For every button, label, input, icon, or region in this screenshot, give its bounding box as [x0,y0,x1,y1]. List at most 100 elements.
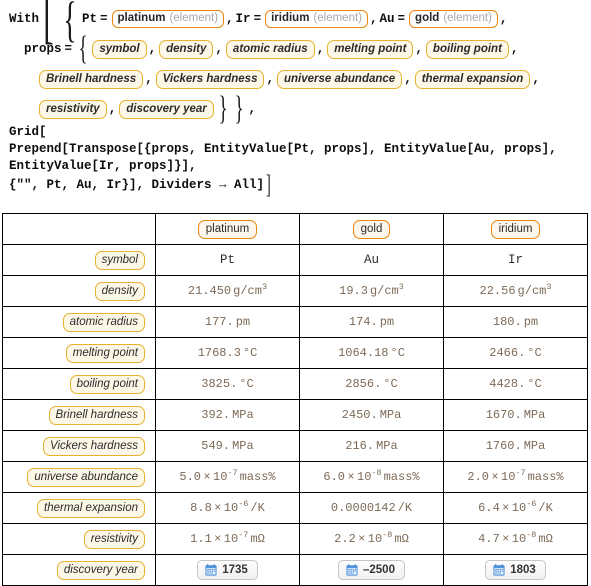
row-label-cell-resistivity: resistivity [2,523,156,555]
cell-symbol-0: Pt [155,244,300,276]
element-properties-table: platinum gold iridium symbol Pt Au Ir densit… [2,213,588,586]
table-header-gold: gold [299,213,444,245]
comma-p4: , [415,42,423,56]
quantity-unit: °C [527,377,542,391]
quantity-value: 2.2 × 10-8 mΩ [334,530,409,546]
table-row: melting point 1768.3 °C 1064.18 °C 2466. °C [2,337,588,369]
unit-exponent: 3 [398,282,404,292]
prop-chip-vickers-hardness[interactable]: Vickers hardness [155,69,265,89]
times-symbol: × [499,532,512,546]
cell-melting-point-0: 1768.3 °C [155,337,300,369]
times-symbol: × [211,501,224,515]
code-line-grid-0: Grid[ [9,125,47,139]
row-label-chip-melting-point[interactable]: melting point [65,343,145,363]
row-label-chip-vickers-hardness[interactable]: Vickers hardness [43,436,145,456]
table-row: Brinell hardness 392. MPa 2450. MPa 1670. MPa [2,399,588,431]
prop-chip-discovery-year[interactable]: discovery year [119,99,214,119]
exponent: -7 [227,468,238,478]
quantity-unit: g/cm3 [517,282,552,298]
table-corner-cell [2,213,156,245]
code-line-grid-2: EntityValue[Ir, props]}], [9,159,197,173]
comma-p6: , [145,72,153,86]
table-row: universe abundance 5.0 × 10-7 mass% 6.0 × 1… [2,461,588,493]
element-symbol: Au [363,253,379,267]
quantity-value: 4428. °C [489,377,542,391]
quantity-value: 19.3 g/cm3 [339,282,404,298]
quantity-value: 177. pm [204,315,251,329]
row-label-chip-boiling-point[interactable]: boiling point [69,374,145,394]
discovery-year-button[interactable]: 1735 [197,560,258,580]
cell-density-1: 19.3 g/cm3 [299,275,444,307]
row-label-cell-thermal-expansion: thermal expansion [2,492,156,524]
comma-p11: , [248,102,256,116]
row-label-chip-brinell-hardness[interactable]: Brinell hardness [48,405,145,425]
comma-2: , [370,12,378,26]
quantity-unit: MPa [376,439,398,453]
table-header-row: platinum gold iridium [2,213,588,245]
cell-atomic-radius-1: 174. pm [299,306,444,338]
times-symbol: × [344,470,357,484]
code-line-grid-3-text: {"", Pt, Au, Ir}], Dividers → All] [9,177,265,192]
cell-density-2: 22.56 g/cm3 [443,275,588,307]
quantity-value: 22.56 g/cm3 [479,282,552,298]
quantity-value: 21.450 g/cm3 [187,282,268,298]
row-label-chip-density[interactable]: density [94,281,145,301]
equals-sign-pt: = [100,12,108,26]
row-label-chip-resistivity[interactable]: resistivity [83,529,145,549]
quantity-value: 2450. MPa [341,408,402,422]
prop-chip-resistivity[interactable]: resistivity [39,99,107,119]
prop-chip-atomic-radius[interactable]: atomic radius [225,39,315,59]
quantity-value: 2466. °C [489,346,542,360]
row-label-chip-atomic-radius[interactable]: atomic radius [62,312,145,332]
comma-p8: , [404,72,412,86]
code-input-cell[interactable]: With [ { Pt = platinum (element) , Ir = … [0,0,591,208]
prop-chip-density[interactable]: density [159,39,214,59]
head-chip-gold[interactable]: gold [352,219,391,239]
quantity-unit: g/cm3 [369,282,404,298]
quantity-unit: pm [235,315,251,329]
entity-type-gold: (element) [443,12,492,24]
quantity-value: 6.4 × 10-6/K [478,499,553,515]
prop-chip-thermal-expansion[interactable]: thermal expansion [414,69,531,89]
entity-chip-platinum[interactable]: platinum (element) [111,10,225,28]
discovery-year-value: 1803 [510,564,536,576]
row-label-chip-discovery-year[interactable]: discovery year [56,560,145,580]
times-symbol: × [499,501,512,515]
row-label-chip-symbol[interactable]: symbol [94,250,145,270]
var-ir: Ir [235,12,251,26]
cell-brinell-hardness-2: 1670. MPa [443,399,588,431]
exponent: -6 [238,499,249,509]
exponent: -8 [371,468,382,478]
table-row: discovery year 1735 –2500 1803 [2,554,588,586]
quantity-unit: mass% [527,470,564,484]
entity-chip-iridium[interactable]: iridium (element) [265,10,368,28]
cell-discovery-year-1: –2500 [299,554,444,586]
prop-chip-melting-point[interactable]: melting point [327,39,414,59]
prop-chip-boiling-point[interactable]: boiling point [425,39,509,59]
discovery-year-button[interactable]: 1803 [485,560,546,580]
code-line-props-2: Brinell hardness , Vickers hardness , un… [0,64,591,94]
quantity-unit: MPa [523,439,546,453]
element-symbol: Pt [219,253,235,267]
table-row: density 21.450 g/cm3 19.3 g/cm3 22.56 g/cm3 [2,275,588,307]
row-label-cell-boiling-point: boiling point [2,368,156,400]
prop-chip-universe-abundance[interactable]: universe abundance [276,69,403,89]
cell-discovery-year-0: 1735 [155,554,300,586]
times-symbol: × [355,532,368,546]
row-label-chip-thermal-expansion[interactable]: thermal expansion [37,498,145,518]
quantity-value: 2.0 × 10-7 mass% [467,468,564,484]
comma-p3: , [316,42,325,56]
unit-exponent: 3 [546,282,552,292]
quantity-value: 4.7 × 10-8 mΩ [478,530,553,546]
discovery-year-button[interactable]: –2500 [338,560,405,580]
quantity-unit: °C [527,346,542,360]
table-body: platinum gold iridium symbol Pt Au Ir densit… [2,213,588,586]
prop-chip-symbol[interactable]: symbol [92,39,147,59]
row-label-chip-universe-abundance[interactable]: universe abundance [27,467,145,487]
prop-chip-brinell-hardness[interactable]: Brinell hardness [39,69,144,89]
head-chip-iridium[interactable]: iridium [490,219,541,239]
discovery-year-value: –2500 [363,564,395,576]
head-chip-platinum[interactable]: platinum [197,219,258,239]
var-au: Au [379,12,395,26]
entity-chip-gold[interactable]: gold (element) [409,10,498,28]
